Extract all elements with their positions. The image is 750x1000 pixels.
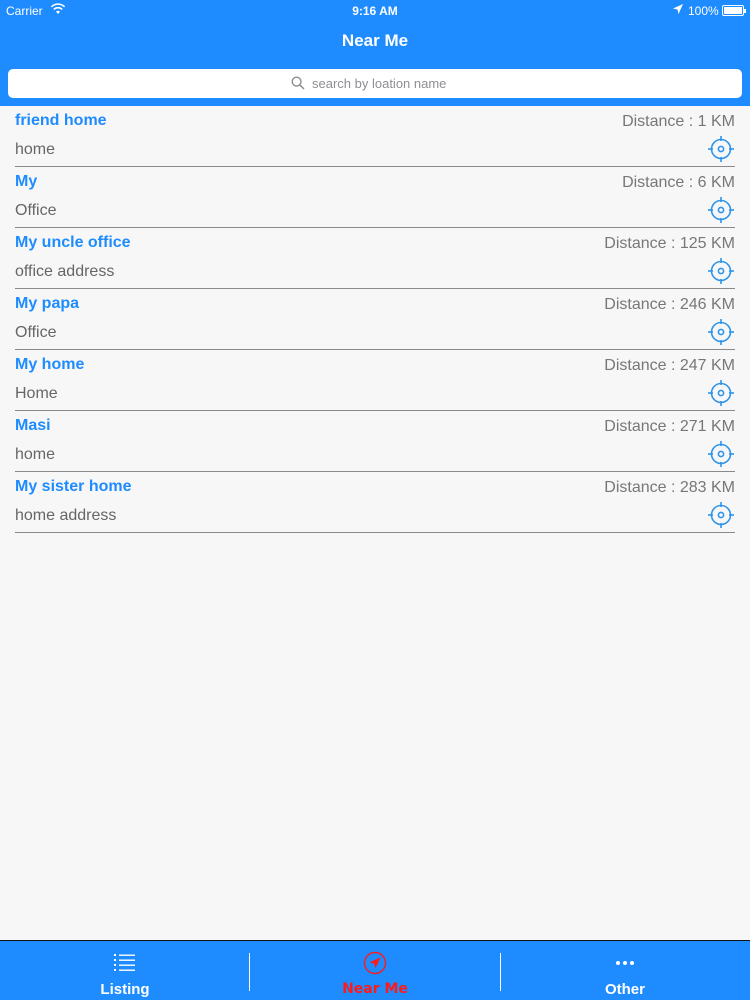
location-name: My sister home xyxy=(15,478,132,495)
tab-other[interactable]: Other xyxy=(500,941,750,1000)
location-distance: Distance : 246 KM xyxy=(604,296,735,313)
list-icon xyxy=(113,951,137,975)
location-name: My papa xyxy=(15,295,80,312)
search-field[interactable] xyxy=(8,69,742,98)
search-input[interactable] xyxy=(8,69,742,98)
location-name: friend home xyxy=(15,112,107,129)
location-name: My xyxy=(15,173,38,190)
tab-bar: Listing Near Me Other xyxy=(0,940,750,1000)
location-address: Office xyxy=(15,202,57,219)
location-distance: Distance : 125 KM xyxy=(604,235,735,252)
location-name: My uncle office xyxy=(15,234,131,251)
location-address: office address xyxy=(15,263,115,280)
crosshair-locate-icon[interactable] xyxy=(707,440,735,468)
location-distance: Distance : 247 KM xyxy=(604,357,735,374)
tab-listing[interactable]: Listing xyxy=(0,941,250,1000)
crosshair-locate-icon[interactable] xyxy=(707,196,735,224)
location-distance: Distance : 271 KM xyxy=(604,418,735,435)
status-time: 9:16 AM xyxy=(352,4,398,18)
location-address: Office xyxy=(15,324,57,341)
location-row[interactable]: My uncle office office address Distance … xyxy=(15,228,735,289)
location-distance: Distance : 283 KM xyxy=(604,479,735,496)
battery-icon xyxy=(722,5,746,16)
tab-near-me[interactable]: Near Me xyxy=(250,941,500,1000)
location-row[interactable]: My home Home Distance : 247 KM xyxy=(15,350,735,411)
location-arrow-icon xyxy=(672,3,684,18)
location-row[interactable]: friend home home Distance : 1 KM xyxy=(15,106,735,167)
status-bar: Carrier 9:16 AM 100% xyxy=(0,0,750,22)
battery-percent: 100% xyxy=(688,4,719,18)
location-row[interactable]: My sister home home address Distance : 2… xyxy=(15,472,735,533)
crosshair-locate-icon[interactable] xyxy=(707,257,735,285)
navigation-bar: Near Me xyxy=(0,22,750,62)
crosshair-locate-icon[interactable] xyxy=(707,135,735,163)
location-address: home address xyxy=(15,507,117,524)
page-title: Near Me xyxy=(341,31,409,50)
location-address: home xyxy=(15,446,56,463)
tab-label: Other xyxy=(604,981,645,998)
navigation-arrow-icon xyxy=(363,951,387,975)
crosshair-locate-icon[interactable] xyxy=(707,379,735,407)
crosshair-locate-icon[interactable] xyxy=(707,318,735,346)
location-name: My home xyxy=(15,356,85,373)
tab-label: Listing xyxy=(100,981,150,998)
location-name: Masi xyxy=(15,417,51,434)
crosshair-locate-icon[interactable] xyxy=(707,501,735,529)
location-distance: Distance : 1 KM xyxy=(622,113,735,130)
search-bar xyxy=(0,62,750,106)
location-row[interactable]: Masi home Distance : 271 KM xyxy=(15,411,735,472)
location-list: friend home home Distance : 1 KM My Offi… xyxy=(15,106,735,533)
more-dots-icon xyxy=(613,951,637,975)
location-address: Home xyxy=(15,385,58,402)
location-address: home xyxy=(15,141,56,158)
location-row[interactable]: My papa Office Distance : 246 KM xyxy=(15,289,735,350)
location-distance: Distance : 6 KM xyxy=(622,174,735,191)
location-row[interactable]: My Office Distance : 6 KM xyxy=(15,167,735,228)
tab-label: Near Me xyxy=(342,981,408,997)
